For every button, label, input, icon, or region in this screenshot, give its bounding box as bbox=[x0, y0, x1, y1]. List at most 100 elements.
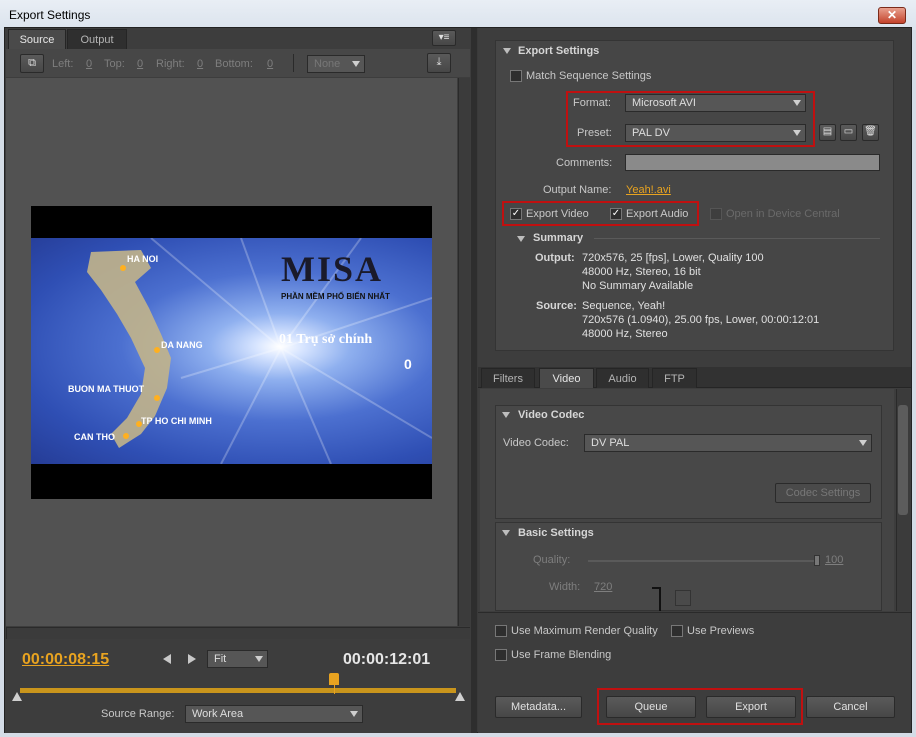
brand-tagline: PHẦN MỀM PHỔ BIẾN NHẤT bbox=[281, 292, 390, 301]
max-render-label: Use Maximum Render Quality bbox=[511, 625, 658, 637]
video-frame: HA NOI DA NANG BUON MA THUOT TP HO CHI M… bbox=[31, 206, 432, 499]
close-button[interactable]: ✕ bbox=[878, 7, 906, 24]
use-previews-checkbox[interactable] bbox=[671, 625, 683, 637]
crop-ratio-select[interactable]: None bbox=[307, 55, 365, 73]
format-value: Microsoft AVI bbox=[632, 97, 696, 109]
summary-output-line: 48000 Hz, Stereo, 16 bit bbox=[582, 266, 701, 278]
delete-preset-icon[interactable]: 🗑 bbox=[862, 124, 879, 141]
panel-splitter[interactable] bbox=[471, 28, 477, 733]
save-preset-icon[interactable]: ▤ bbox=[819, 124, 836, 141]
title-bar: Export Settings ✕ bbox=[0, 0, 916, 30]
cancel-button[interactable]: Cancel bbox=[806, 696, 895, 718]
export-settings-heading: Export Settings bbox=[518, 45, 600, 57]
queue-button[interactable]: Queue bbox=[606, 696, 696, 718]
panel-menu-button[interactable]: ▾≡ bbox=[432, 30, 456, 46]
quality-value[interactable]: 100 bbox=[825, 554, 843, 566]
match-sequence-checkbox[interactable] bbox=[510, 70, 522, 82]
city-label: HA NOI bbox=[127, 254, 159, 264]
summary-output-label: Output: bbox=[535, 252, 575, 264]
summary-output-line: 720x576, 25 [fps], Lower, Quality 100 bbox=[582, 252, 764, 264]
width-value[interactable]: 720 bbox=[594, 581, 612, 593]
chevron-down-icon bbox=[793, 100, 801, 106]
quality-slider-track[interactable] bbox=[588, 560, 820, 562]
in-point-handle[interactable] bbox=[12, 692, 22, 701]
import-preset-icon[interactable]: ▭ bbox=[840, 124, 857, 141]
chevron-down-icon bbox=[352, 61, 360, 67]
source-range-label: Source Range: bbox=[101, 708, 175, 720]
tab-filters[interactable]: Filters bbox=[481, 368, 535, 388]
summary-source-line: Sequence, Yeah! bbox=[582, 300, 666, 312]
preset-select[interactable]: PAL DV bbox=[625, 124, 806, 142]
video-caption: 01 Trụ sở chính bbox=[279, 332, 373, 347]
video-codec-heading: Video Codec bbox=[518, 409, 585, 421]
max-render-checkbox[interactable] bbox=[495, 625, 507, 637]
crop-ratio-value: None bbox=[314, 58, 341, 70]
device-central-checkbox[interactable] bbox=[710, 208, 722, 220]
frame-blending-checkbox[interactable] bbox=[495, 649, 507, 661]
tab-ftp[interactable]: FTP bbox=[652, 368, 697, 388]
summary-source-line: 720x576 (1.0940), 25.00 fps, Lower, 00:0… bbox=[582, 314, 820, 326]
video-caption-number: 0 bbox=[404, 356, 412, 372]
set-in-point-icon[interactable] bbox=[163, 654, 171, 664]
summary-divider bbox=[594, 238, 880, 239]
output-name-label: Output Name: bbox=[543, 184, 612, 196]
export-video-label: Export Video bbox=[526, 208, 589, 220]
summary-source-line: 48000 Hz, Stereo bbox=[582, 328, 668, 340]
output-name-link[interactable]: Yeah!.avi bbox=[626, 184, 671, 196]
current-timecode[interactable]: 00:00:08:15 bbox=[22, 651, 109, 669]
crop-right-value[interactable]: 0 bbox=[197, 58, 203, 70]
match-sequence-label: Match Sequence Settings bbox=[526, 70, 652, 82]
aspect-lock-checkbox[interactable] bbox=[675, 590, 691, 606]
export-audio-checkbox[interactable]: ✓ bbox=[610, 208, 622, 220]
divider bbox=[293, 54, 294, 72]
city-label: TP HO CHI MINH bbox=[141, 416, 212, 426]
city-label: BUON MA THUOT bbox=[68, 384, 145, 394]
tab-video[interactable]: Video bbox=[539, 368, 594, 388]
set-out-point-icon[interactable] bbox=[188, 654, 196, 664]
collapse-triangle-icon[interactable] bbox=[517, 236, 525, 242]
preview-hscrollbar[interactable] bbox=[6, 627, 470, 639]
collapse-triangle-icon[interactable] bbox=[502, 530, 510, 536]
quality-slider-thumb[interactable] bbox=[814, 555, 820, 566]
video-codec-select[interactable]: DV PAL bbox=[584, 434, 872, 452]
zoom-select[interactable]: Fit bbox=[207, 650, 268, 668]
chevron-down-icon bbox=[255, 656, 263, 662]
format-select[interactable]: Microsoft AVI bbox=[625, 94, 806, 112]
scale-toggle-button[interactable]: ⤓ bbox=[427, 53, 451, 73]
video-codec-value: DV PAL bbox=[591, 437, 630, 449]
export-audio-label: Export Audio bbox=[626, 208, 689, 220]
codec-settings-button[interactable]: Codec Settings bbox=[775, 483, 871, 503]
crop-left-value[interactable]: 0 bbox=[86, 58, 92, 70]
comments-input[interactable] bbox=[625, 154, 880, 171]
playhead-line bbox=[333, 684, 335, 694]
preset-label: Preset: bbox=[577, 127, 612, 139]
collapse-triangle-icon[interactable] bbox=[502, 412, 510, 418]
collapse-triangle-icon[interactable] bbox=[503, 48, 511, 54]
basic-settings-heading: Basic Settings bbox=[518, 527, 594, 539]
preset-value: PAL DV bbox=[632, 127, 670, 139]
summary-heading: Summary bbox=[533, 232, 584, 244]
format-label: Format: bbox=[573, 97, 611, 109]
export-button[interactable]: Export bbox=[706, 696, 796, 718]
tab-audio[interactable]: Audio bbox=[596, 368, 649, 388]
out-point-handle[interactable] bbox=[455, 692, 465, 701]
quality-label: Quality: bbox=[533, 554, 571, 566]
crop-bottom-value[interactable]: 0 bbox=[267, 58, 273, 70]
preview-vscrollbar[interactable] bbox=[458, 78, 470, 626]
export-video-checkbox[interactable]: ✓ bbox=[510, 208, 522, 220]
width-label: Width: bbox=[549, 581, 581, 593]
video-image: HA NOI DA NANG BUON MA THUOT TP HO CHI M… bbox=[31, 238, 432, 464]
use-previews-label: Use Previews bbox=[687, 625, 755, 637]
city-label: DA NANG bbox=[161, 340, 203, 350]
crop-top-value[interactable]: 0 bbox=[137, 58, 143, 70]
tab-output[interactable]: Output bbox=[67, 29, 127, 49]
crop-tool-button[interactable]: ⧉ bbox=[20, 54, 44, 73]
aspect-link-bracket bbox=[652, 587, 661, 611]
source-range-select[interactable]: Work Area bbox=[185, 705, 363, 723]
tab-source[interactable]: Source bbox=[8, 29, 66, 49]
metadata-button[interactable]: Metadata... bbox=[495, 696, 582, 718]
timeline-track[interactable] bbox=[20, 688, 456, 693]
scrollbar-thumb[interactable] bbox=[898, 405, 908, 515]
chevron-down-icon bbox=[793, 130, 801, 136]
device-central-label: Open in Device Central bbox=[726, 208, 840, 220]
